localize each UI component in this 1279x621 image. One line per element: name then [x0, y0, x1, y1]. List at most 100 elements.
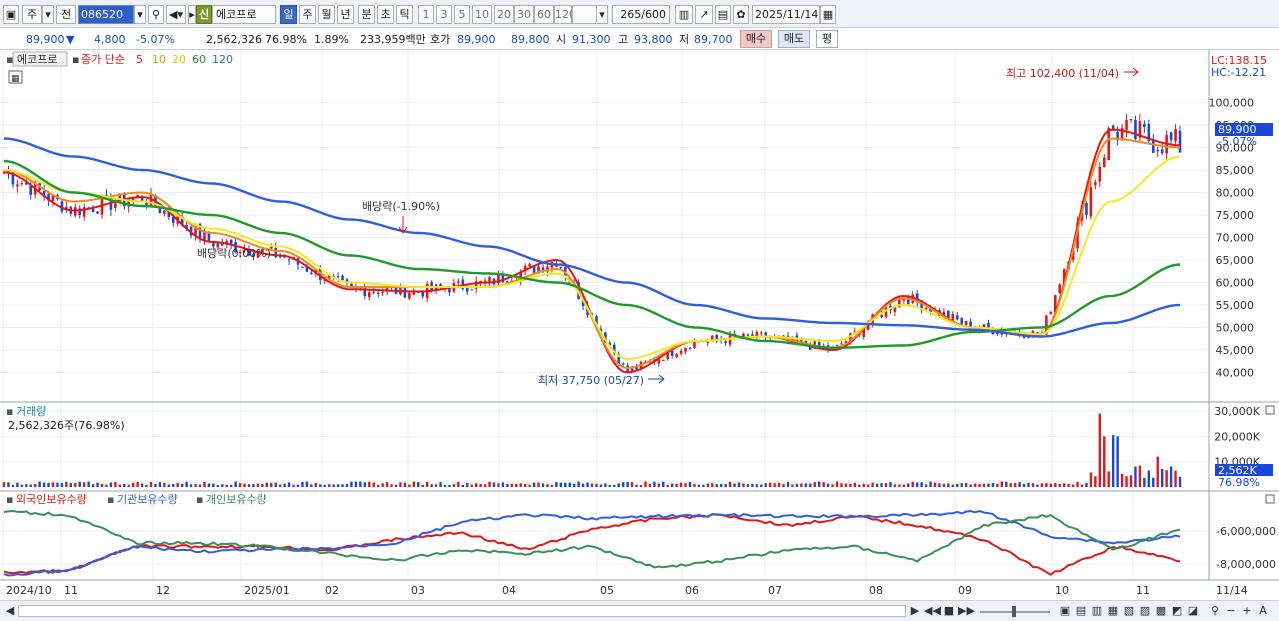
- candle-body: [1107, 127, 1111, 161]
- chart-svg[interactable]: ▪ 에코프로 ▪ 종가 단순 5 10 20 60 120 ▦ LC:138.1…: [0, 50, 1279, 600]
- interval-60[interactable]: 60: [534, 5, 554, 24]
- volume-bar: [1031, 483, 1035, 487]
- period-dropdown-icon[interactable]: ▾: [42, 5, 54, 24]
- volume-bar: [1156, 456, 1159, 487]
- holding-pane-close-icon[interactable]: [1265, 494, 1275, 504]
- last-change-value: -5.07%: [1218, 135, 1257, 148]
- search-icon[interactable]: ⚲: [148, 5, 164, 24]
- zoom-search-icon[interactable]: ⚲: [1208, 604, 1222, 619]
- zoom-out-icon[interactable]: −: [1224, 604, 1238, 619]
- average-button[interactable]: 평: [816, 30, 838, 48]
- tab-week[interactable]: 주: [299, 5, 316, 24]
- bar-count-field[interactable]: 265/600: [612, 5, 670, 24]
- draw-tool-icon[interactable]: ↗: [695, 5, 713, 24]
- legend-ma60[interactable]: 60: [192, 53, 206, 66]
- play-icon[interactable]: ▶▶: [958, 604, 975, 619]
- chart-type-icon[interactable]: ▥: [675, 5, 693, 24]
- volume-bar: [1165, 470, 1168, 487]
- stock-code-input[interactable]: 086520: [78, 5, 134, 24]
- volume-bar: [1005, 481, 1008, 487]
- zoom-in-icon[interactable]: +: [1240, 604, 1254, 619]
- tab-month[interactable]: 월: [318, 5, 335, 24]
- legend-ma120[interactable]: 120: [212, 53, 233, 66]
- interval-1[interactable]: 1: [418, 5, 434, 24]
- chart-menu-icon[interactable]: ▣: [3, 5, 19, 24]
- volume-bar: [697, 484, 701, 487]
- candle-body: [661, 359, 665, 361]
- layout-icon-3[interactable]: ▥: [1090, 604, 1104, 619]
- price-tick-label: 40,000: [1216, 367, 1255, 380]
- layout-icon-8[interactable]: ◩: [1170, 604, 1184, 619]
- volume-bar: [871, 482, 874, 487]
- price-tick-label: 60,000: [1216, 277, 1255, 290]
- font-size-icon[interactable]: A: [1256, 604, 1270, 619]
- tab-minute[interactable]: 분: [358, 5, 375, 24]
- volume-bar: [653, 481, 656, 487]
- quote-bar: 89,900 ▼ 4,800 -5.07% 2,562,326 76.98% 1…: [0, 28, 1279, 50]
- volume-bar: [1125, 476, 1128, 487]
- scroll-left-icon[interactable]: ◀: [4, 604, 16, 619]
- interval-5[interactable]: 5: [454, 5, 470, 24]
- layout-icon-4[interactable]: ▦: [1106, 604, 1120, 619]
- split-icon[interactable]: ▸: [188, 5, 196, 24]
- tab-second[interactable]: 초: [377, 5, 394, 24]
- legend-ma5[interactable]: 5: [136, 53, 143, 66]
- tab-year[interactable]: 년: [337, 5, 354, 24]
- tab-day[interactable]: 일: [280, 5, 297, 24]
- volume-bar: [319, 484, 322, 487]
- volume-bar: [167, 484, 171, 487]
- gear-icon[interactable]: ✿: [733, 5, 749, 24]
- volume-bar: [87, 481, 90, 487]
- save-icon[interactable]: ▤: [715, 5, 731, 24]
- volume-bar: [47, 482, 50, 487]
- candle-body: [408, 293, 411, 299]
- volume-bar: [7, 482, 10, 487]
- tab-tick[interactable]: 틱: [396, 5, 413, 24]
- legend-institution[interactable]: 기관보유수량: [117, 493, 178, 506]
- volume-bar: [822, 482, 825, 487]
- volume-bar: [924, 484, 928, 487]
- layout-icon-6[interactable]: ▨: [1138, 604, 1152, 619]
- layout-icon-7[interactable]: ▩: [1154, 604, 1168, 619]
- volume-bar: [488, 481, 491, 487]
- chart-area[interactable]: ▪ 에코프로 ▪ 종가 단순 5 10 20 60 120 ▦ LC:138.1…: [0, 50, 1279, 600]
- stop-icon[interactable]: ■: [942, 604, 956, 619]
- legend-close-label[interactable]: 종가 단순: [81, 53, 125, 66]
- date-field[interactable]: 2025/11/14: [752, 5, 820, 24]
- calendar-icon[interactable]: ▦: [820, 5, 836, 24]
- sell-button[interactable]: 매도: [778, 30, 810, 48]
- volume-bar: [96, 482, 99, 487]
- legend-individual[interactable]: 개인보유수량: [206, 493, 267, 506]
- rewind-icon[interactable]: ◀◀: [924, 604, 941, 619]
- candle-body: [372, 291, 376, 293]
- volume-bar: [889, 482, 892, 487]
- volume-pane-close-icon[interactable]: [1265, 405, 1275, 415]
- interval-30-label: 30: [517, 8, 531, 21]
- scroll-track[interactable]: [18, 605, 906, 617]
- legend-ma10[interactable]: 10: [152, 53, 166, 66]
- volume-bar: [1169, 466, 1173, 487]
- scroll-right-icon[interactable]: ▶: [908, 604, 922, 619]
- interval-30[interactable]: 30: [514, 5, 534, 24]
- zoom-slider-handle[interactable]: [1012, 606, 1016, 617]
- volume-bar: [42, 482, 46, 487]
- layout-icon-5[interactable]: ▧: [1122, 604, 1136, 619]
- stock-name-field[interactable]: 에코프로: [212, 5, 276, 24]
- layout-icon-2[interactable]: ▤: [1074, 604, 1088, 619]
- code-dropdown-icon[interactable]: ▾: [134, 5, 146, 24]
- period-select[interactable]: 주: [22, 5, 42, 24]
- interval-120[interactable]: 120: [554, 5, 576, 24]
- interval-20[interactable]: 20: [494, 5, 514, 24]
- layout-icon-1[interactable]: ▣: [1058, 604, 1072, 619]
- interval-10[interactable]: 10: [472, 5, 492, 24]
- sound-icon[interactable]: ◀▾: [166, 5, 186, 24]
- volume-bar: [1134, 466, 1137, 487]
- legend-ma20[interactable]: 20: [172, 53, 186, 66]
- interval-dropdown-icon[interactable]: ▾: [596, 5, 608, 24]
- interval-3[interactable]: 3: [436, 5, 452, 24]
- layout-icon-9[interactable]: ◪: [1186, 604, 1200, 619]
- volume-title[interactable]: 거래량: [16, 405, 46, 418]
- prev-button[interactable]: 전: [56, 5, 76, 24]
- legend-foreign[interactable]: 외국인보유수량: [16, 493, 87, 506]
- buy-button[interactable]: 매수: [740, 30, 772, 48]
